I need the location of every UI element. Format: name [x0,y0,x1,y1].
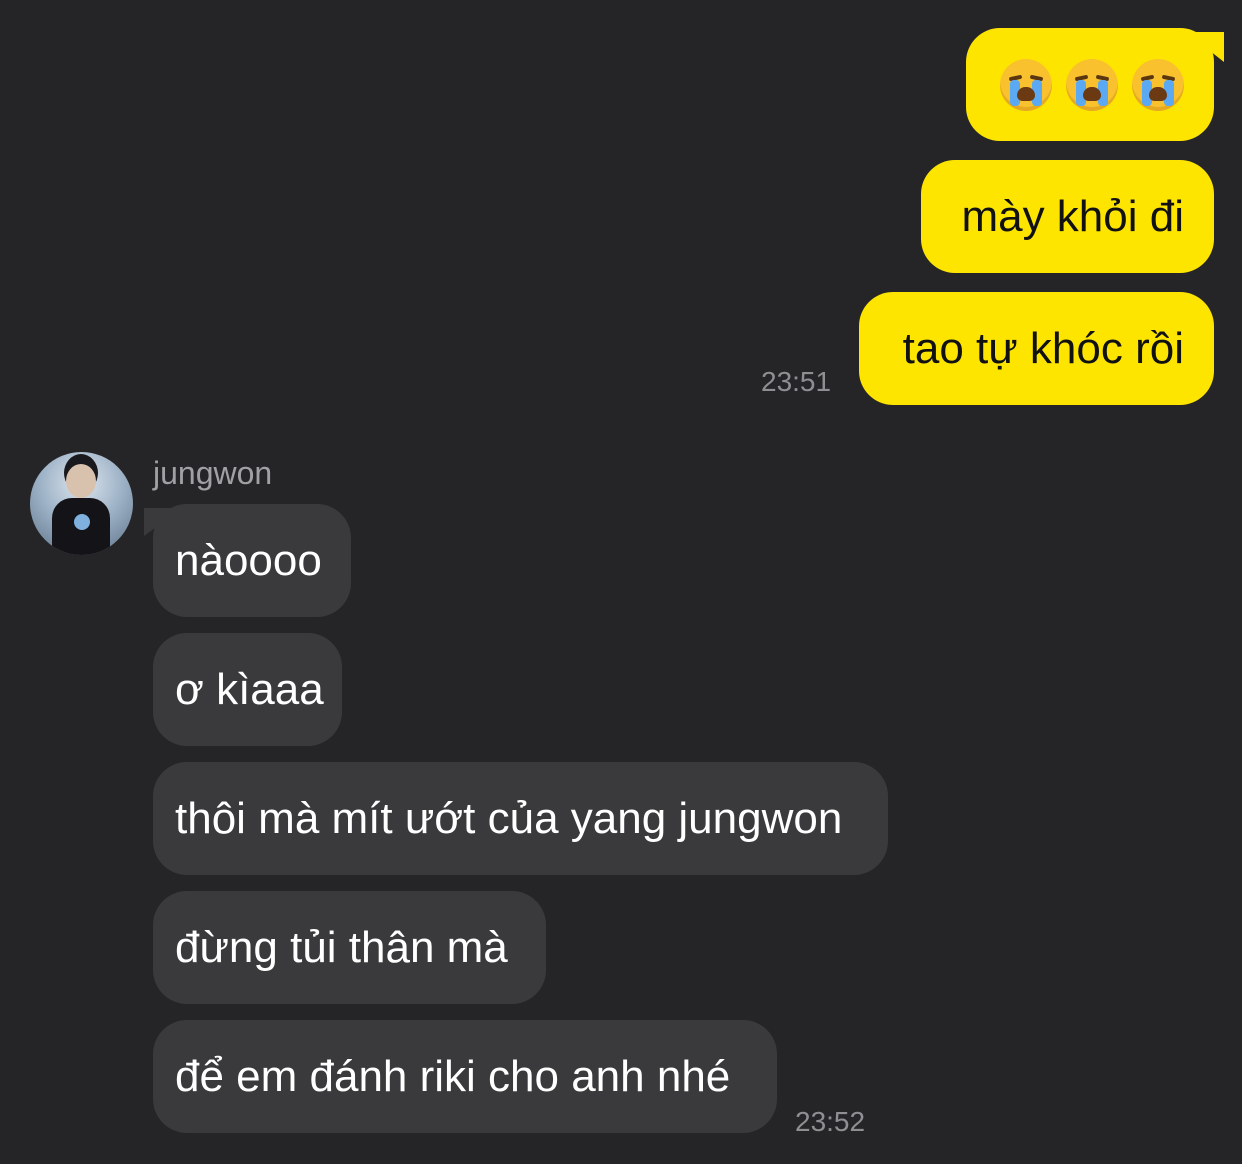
loudly-crying-face-icon [1000,58,1052,111]
incoming-timestamp: 23:52 [795,1106,866,1137]
incoming-message[interactable]: ơ kìaaa [153,633,342,746]
outgoing-message[interactable]: mày khỏi đi [921,160,1214,273]
sender-avatar[interactable] [30,452,133,555]
avatar-shirt-logo [74,514,90,530]
loudly-crying-face-icon [1132,58,1184,111]
sender-name: jungwon [153,455,273,491]
avatar-head [66,464,96,498]
incoming-message[interactable]: để em đánh riki cho anh nhé [153,1020,777,1133]
outgoing-message[interactable]: tao tự khóc rồi [859,292,1214,405]
outgoing-emoji-message[interactable] [966,28,1214,141]
incoming-message[interactable]: đừng tủi thân mà [153,891,546,1004]
incoming-message[interactable]: nàoooo [153,504,351,617]
loudly-crying-face-icon [1066,58,1118,111]
outgoing-timestamp: 23:51 [761,366,832,397]
incoming-message[interactable]: thôi mà mít ướt của yang jungwon [153,762,888,875]
